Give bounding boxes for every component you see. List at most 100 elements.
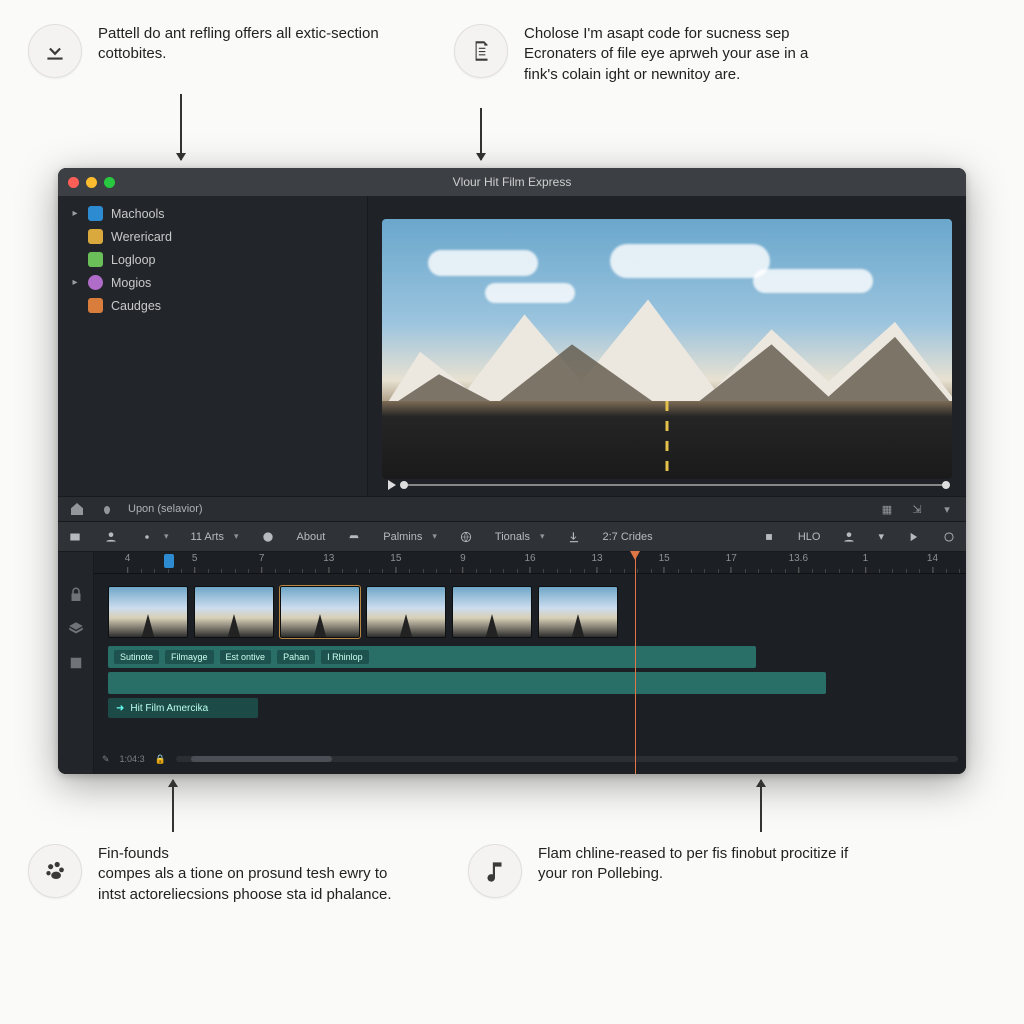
- globe-icon[interactable]: [459, 530, 473, 544]
- export-icon[interactable]: ⇲: [908, 500, 926, 518]
- minimize-icon[interactable]: [86, 177, 97, 188]
- lock-icon[interactable]: 🔒: [155, 754, 166, 765]
- callout-download: Pattell do ant refling offers all extic-…: [28, 24, 418, 78]
- timeline-panel: 457131591613151713.6114 Sutinote Filmayg…: [58, 552, 966, 774]
- timeline-tools: [58, 552, 94, 774]
- preview-scrubber[interactable]: [388, 480, 946, 490]
- clip-label: Est ontive: [220, 650, 272, 664]
- title-clip[interactable]: Hit Film Amercika: [108, 698, 258, 718]
- media-sidebar: ▸ Machools Werericard Logloop ▸ Mogios: [58, 196, 368, 496]
- record-circle-icon[interactable]: [942, 530, 956, 544]
- home-icon[interactable]: [68, 500, 86, 518]
- callout-text: Cholose I'm asapt code for sucness sep E…: [524, 24, 844, 85]
- sidebar-item-label: Mogios: [111, 276, 151, 290]
- clip-thumb[interactable]: [538, 586, 618, 638]
- palmins-dropdown[interactable]: Palmins: [383, 531, 437, 543]
- tionals-dropdown[interactable]: Tionals: [495, 531, 545, 543]
- paw-icon: [28, 844, 82, 898]
- arrow-icon: [172, 780, 174, 832]
- arrow-icon: [760, 780, 762, 832]
- about-button[interactable]: About: [297, 531, 326, 543]
- horizontal-scrollbar[interactable]: [176, 756, 958, 762]
- close-icon[interactable]: [68, 177, 79, 188]
- document-icon: [454, 24, 508, 78]
- timeline-toolbar: 11 Arts About Palmins Tionals 2:7 Crides…: [58, 522, 966, 552]
- play-icon[interactable]: [906, 530, 920, 544]
- video-track[interactable]: [94, 586, 966, 638]
- tool-settings[interactable]: [140, 530, 169, 544]
- chevron-right-icon: ▸: [70, 277, 80, 288]
- chevron-down-icon[interactable]: ▾: [878, 530, 884, 543]
- timeline-main[interactable]: 457131591613151713.6114 Sutinote Filmayg…: [94, 552, 966, 774]
- preview-image[interactable]: [382, 219, 952, 479]
- arrow-icon: [480, 108, 482, 160]
- mid-toolbar: Upon (selavior) ▦ ⇲ ▾: [58, 496, 966, 522]
- crides-label[interactable]: 2:7 Crides: [603, 531, 653, 543]
- folder-icon: [88, 206, 103, 221]
- maximize-icon[interactable]: [104, 177, 115, 188]
- layers-icon[interactable]: [67, 620, 85, 638]
- sidebar-item-mogios[interactable]: ▸ Mogios: [58, 271, 367, 294]
- folder-icon: [88, 252, 103, 267]
- timecode: 1:04:3: [120, 754, 145, 764]
- sidebar-item-label: Logloop: [111, 253, 156, 267]
- callout-audio: Flam chline-reased to per fis finobut pr…: [468, 844, 858, 898]
- star-icon: [88, 298, 103, 313]
- window-title: Vlour Hit Film Express: [453, 175, 572, 189]
- arrow-icon: [180, 94, 182, 160]
- titlebar: Vlour Hit Film Express: [58, 168, 966, 196]
- clip-thumb[interactable]: [108, 586, 188, 638]
- hlo-label: HLO: [798, 531, 821, 543]
- callout-text: Flam chline-reased to per fis finobut pr…: [538, 844, 858, 885]
- clip-thumb[interactable]: [280, 586, 360, 638]
- clip-label: Pahan: [277, 650, 315, 664]
- arts-dropdown[interactable]: 11 Arts: [191, 531, 239, 543]
- timeline-footer: ✎ 1:04:3 🔒: [94, 750, 966, 768]
- title-clip-label: Hit Film Amercika: [130, 703, 208, 714]
- stop-icon[interactable]: [762, 530, 776, 544]
- sidebar-item-label: Caudges: [111, 299, 161, 313]
- clip-label: Sutinote: [114, 650, 159, 664]
- sidebar-item-logloop[interactable]: Logloop: [58, 248, 367, 271]
- clip-thumb[interactable]: [366, 586, 446, 638]
- tool-user[interactable]: [104, 530, 118, 544]
- timeline-ruler[interactable]: 457131591613151713.6114: [94, 552, 966, 574]
- mid-label: Upon (selavior): [128, 503, 203, 515]
- user-icon[interactable]: [842, 530, 856, 544]
- marker-icon[interactable]: [164, 554, 174, 568]
- download-icon: [28, 24, 82, 78]
- play-icon[interactable]: [388, 480, 396, 490]
- audio-track-1[interactable]: Sutinote Filmayge Est ontive Pahan I Rhi…: [108, 646, 756, 668]
- target-icon: [88, 275, 103, 290]
- folder-icon: [88, 229, 103, 244]
- callout-effects: Fin-founds compes als a tione on prosund…: [28, 844, 418, 905]
- clip-thumb[interactable]: [194, 586, 274, 638]
- download-icon[interactable]: [567, 530, 581, 544]
- sidebar-item-werericard[interactable]: Werericard: [58, 225, 367, 248]
- grid-icon[interactable]: ▦: [878, 500, 896, 518]
- sidebar-item-label: Machools: [111, 207, 165, 221]
- sidebar-item-machools[interactable]: ▸ Machools: [58, 202, 367, 225]
- record-icon[interactable]: [261, 530, 275, 544]
- film-icon[interactable]: [67, 654, 85, 672]
- callout-text: Fin-founds compes als a tione on prosund…: [98, 844, 418, 905]
- callout-text: Pattell do ant refling offers all extic-…: [98, 24, 418, 65]
- chevron-down-icon[interactable]: ▾: [938, 500, 956, 518]
- scrub-bar[interactable]: [404, 484, 946, 486]
- audio-track-2[interactable]: [108, 672, 826, 694]
- pencil-icon[interactable]: ✎: [102, 754, 110, 765]
- sidebar-item-label: Werericard: [111, 230, 172, 244]
- clip-thumb[interactable]: [452, 586, 532, 638]
- lock-icon[interactable]: [67, 586, 85, 604]
- apple-icon[interactable]: [98, 500, 116, 518]
- music-note-icon: [468, 844, 522, 898]
- preview-panel: [368, 196, 966, 496]
- callout-document: Cholose I'm asapt code for sucness sep E…: [454, 24, 844, 85]
- tool-clip[interactable]: [68, 530, 82, 544]
- playhead[interactable]: [635, 552, 636, 774]
- car-icon[interactable]: [347, 530, 361, 544]
- app-window: Vlour Hit Film Express ▸ Machools Wereri…: [58, 168, 966, 774]
- clip-label: I Rhinlop: [321, 650, 369, 664]
- sidebar-item-caudges[interactable]: Caudges: [58, 294, 367, 317]
- clip-label: Filmayge: [165, 650, 214, 664]
